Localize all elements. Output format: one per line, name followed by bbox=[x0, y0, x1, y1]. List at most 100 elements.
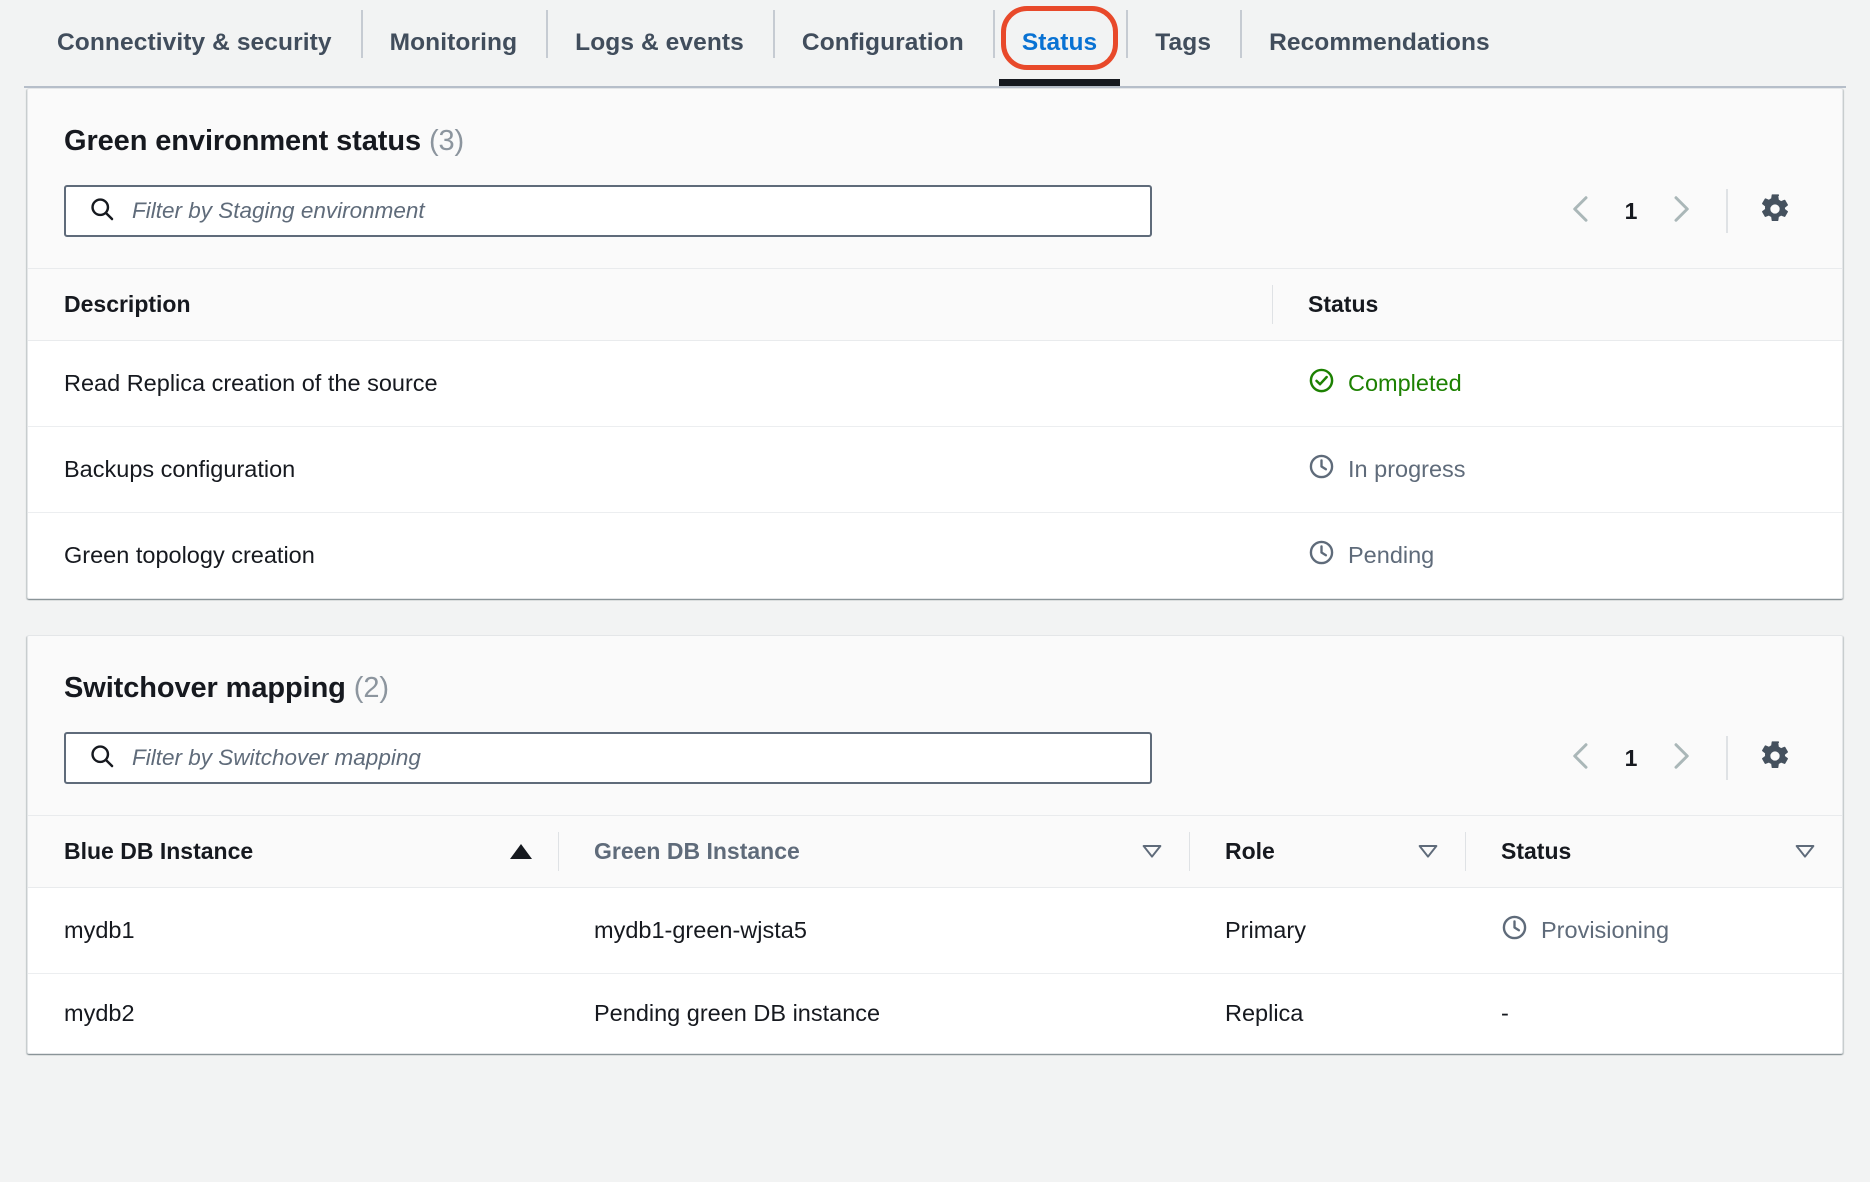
chevron-left-icon bbox=[1568, 194, 1594, 229]
switchover-mapping-table: Blue DB Instance Green DB Instance bbox=[28, 815, 1842, 1053]
pagination-next-button[interactable] bbox=[1654, 731, 1708, 785]
cell-status: - bbox=[1465, 974, 1842, 1054]
table-tools: Filter by Switchover mapping 1 bbox=[28, 705, 1842, 815]
chevron-right-icon bbox=[1668, 194, 1694, 229]
table-preferences-button[interactable] bbox=[1748, 184, 1802, 238]
sort-none-icon bbox=[1141, 838, 1163, 865]
column-header-label: Green DB Instance bbox=[558, 838, 800, 865]
chevron-left-icon bbox=[1568, 741, 1594, 776]
tab-label: Monitoring bbox=[390, 29, 518, 57]
cell-description: Read Replica creation of the source bbox=[28, 341, 1272, 427]
tab-recommendations[interactable]: Recommendations bbox=[1240, 0, 1519, 86]
search-placeholder: Filter by Staging environment bbox=[132, 198, 425, 224]
cell-role: Primary bbox=[1189, 888, 1465, 974]
column-header-label: Role bbox=[1189, 838, 1275, 865]
chevron-right-icon bbox=[1668, 741, 1694, 776]
status-badge: Provisioning bbox=[1501, 914, 1842, 947]
pagination-previous-button[interactable] bbox=[1554, 731, 1608, 785]
table-head: Description Status bbox=[28, 269, 1842, 341]
tab-tags[interactable]: Tags bbox=[1126, 0, 1240, 86]
sort-none-icon bbox=[1794, 838, 1816, 865]
status-label: Completed bbox=[1348, 370, 1462, 397]
table-preferences-button[interactable] bbox=[1748, 731, 1802, 785]
column-header-status: Status bbox=[1272, 269, 1842, 341]
card-title-text: Green environment status bbox=[64, 125, 421, 157]
card-header: Green environment status (3) bbox=[28, 89, 1842, 158]
cell-blue-db-instance: mydb2 bbox=[28, 974, 558, 1054]
column-header-green-db-instance[interactable]: Green DB Instance bbox=[558, 816, 1189, 888]
clock-icon bbox=[1501, 914, 1528, 947]
cell-description: Green topology creation bbox=[28, 513, 1272, 599]
pagination-page-1[interactable]: 1 bbox=[1610, 198, 1652, 225]
tab-logs-events[interactable]: Logs & events bbox=[546, 0, 773, 86]
status-badge: Pending bbox=[1308, 539, 1842, 572]
table-row[interactable]: mydb2 Pending green DB instance Replica … bbox=[28, 974, 1842, 1054]
table-row[interactable]: Read Replica creation of the source Comp… bbox=[28, 341, 1842, 427]
column-header-status[interactable]: Status bbox=[1465, 816, 1842, 888]
column-header-role[interactable]: Role bbox=[1189, 816, 1465, 888]
tab-label: Status bbox=[1022, 29, 1097, 57]
cell-status: Pending bbox=[1272, 513, 1842, 599]
cell-green-db-instance: mydb1-green-wjsta5 bbox=[558, 888, 1189, 974]
cell-green-db-instance: Pending green DB instance bbox=[558, 974, 1189, 1054]
table-header-row: Blue DB Instance Green DB Instance bbox=[28, 816, 1842, 888]
table-header-row: Description Status bbox=[28, 269, 1842, 341]
column-header-label: Blue DB Instance bbox=[28, 838, 253, 865]
column-header-blue-db-instance[interactable]: Blue DB Instance bbox=[28, 816, 558, 888]
column-header-label: Status bbox=[1465, 838, 1571, 865]
table-row[interactable]: Backups configuration In progress bbox=[28, 427, 1842, 513]
toolbar-divider bbox=[1726, 189, 1728, 233]
tab-connectivity-security[interactable]: Connectivity & security bbox=[28, 0, 361, 86]
table-body: mydb1 mydb1-green-wjsta5 Primary Provisi bbox=[28, 888, 1842, 1054]
sort-none-icon bbox=[1417, 838, 1439, 865]
table-row[interactable]: Green topology creation Pending bbox=[28, 513, 1842, 599]
card-title-count: (2) bbox=[354, 672, 389, 704]
green-environment-table-wrap: Description Status Read Replica creation… bbox=[28, 268, 1842, 598]
pagination-next-button[interactable] bbox=[1654, 184, 1708, 238]
switchover-table-wrap: Blue DB Instance Green DB Instance bbox=[28, 815, 1842, 1053]
green-environment-status-table: Description Status Read Replica creation… bbox=[28, 268, 1842, 598]
switchover-mapping-card: Switchover mapping (2) Filter by Switcho… bbox=[27, 635, 1843, 1054]
tab-configuration[interactable]: Configuration bbox=[773, 0, 993, 86]
card-header: Switchover mapping (2) bbox=[28, 636, 1842, 705]
cell-role: Replica bbox=[1189, 974, 1465, 1054]
cell-status: Completed bbox=[1272, 341, 1842, 427]
table-body: Read Replica creation of the source Comp… bbox=[28, 341, 1842, 599]
toolbar-divider bbox=[1726, 736, 1728, 780]
tab-status[interactable]: Status bbox=[993, 0, 1126, 86]
status-label: Provisioning bbox=[1541, 917, 1669, 944]
status-badge: Completed bbox=[1308, 367, 1842, 400]
pagination: 1 bbox=[1554, 731, 1806, 785]
pagination: 1 bbox=[1554, 184, 1806, 238]
cell-status: Provisioning bbox=[1465, 888, 1842, 974]
page-title: Green environment status (3) bbox=[64, 125, 1806, 158]
table-tools: Filter by Staging environment 1 bbox=[28, 158, 1842, 268]
tab-monitoring[interactable]: Monitoring bbox=[361, 0, 547, 86]
cell-blue-db-instance: mydb1 bbox=[28, 888, 558, 974]
pagination-page-1[interactable]: 1 bbox=[1610, 745, 1652, 772]
search-input[interactable]: Filter by Staging environment bbox=[64, 185, 1152, 237]
page-title: Switchover mapping (2) bbox=[64, 672, 1806, 705]
column-header-label: Description bbox=[28, 291, 191, 318]
cell-description: Backups configuration bbox=[28, 427, 1272, 513]
status-label: Pending bbox=[1348, 542, 1434, 569]
tab-label: Recommendations bbox=[1269, 29, 1490, 57]
cell-status: In progress bbox=[1272, 427, 1842, 513]
table-row[interactable]: mydb1 mydb1-green-wjsta5 Primary Provisi bbox=[28, 888, 1842, 974]
gear-icon bbox=[1759, 740, 1791, 777]
column-header-description: Description bbox=[28, 269, 1272, 341]
search-input[interactable]: Filter by Switchover mapping bbox=[64, 732, 1152, 784]
search-placeholder: Filter by Switchover mapping bbox=[132, 745, 421, 771]
status-badge: In progress bbox=[1308, 453, 1842, 486]
card-title-count: (3) bbox=[429, 125, 464, 157]
clock-icon bbox=[1308, 453, 1335, 486]
pagination-previous-button[interactable] bbox=[1554, 184, 1608, 238]
check-circle-icon bbox=[1308, 367, 1335, 400]
gear-icon bbox=[1759, 193, 1791, 230]
tab-label: Tags bbox=[1155, 29, 1211, 57]
clock-icon bbox=[1308, 539, 1335, 572]
green-environment-status-card: Green environment status (3) Filter by S… bbox=[27, 88, 1843, 599]
search-icon bbox=[88, 195, 116, 228]
column-header-label: Status bbox=[1272, 291, 1378, 318]
card-title-text: Switchover mapping bbox=[64, 672, 346, 704]
